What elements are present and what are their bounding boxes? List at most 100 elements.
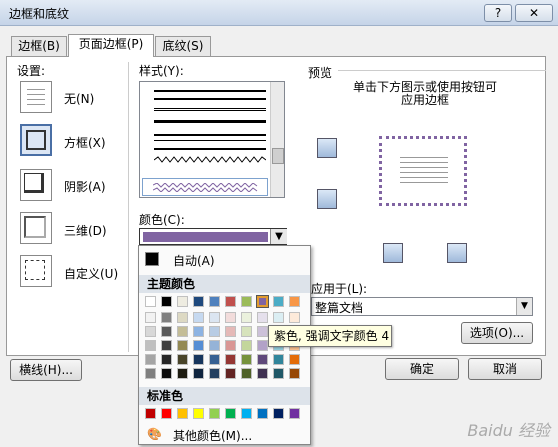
theme-shade-swatch[interactable] [241, 340, 252, 351]
standard-color-swatch[interactable] [209, 408, 220, 419]
theme-color-swatch[interactable] [177, 296, 188, 307]
theme-shade-swatch[interactable] [145, 340, 156, 351]
ok-button[interactable]: 确定 [385, 358, 459, 380]
standard-color-swatch[interactable] [257, 408, 268, 419]
close-button[interactable]: ✕ [515, 4, 553, 22]
theme-shade-swatch[interactable] [177, 340, 188, 351]
setting-none-icon[interactable] [20, 81, 52, 113]
theme-shade-swatch[interactable] [177, 368, 188, 379]
theme-shade-swatch[interactable] [209, 340, 220, 351]
standard-color-swatch[interactable] [145, 408, 156, 419]
theme-color-swatch[interactable] [225, 296, 236, 307]
theme-shade-swatch[interactable] [193, 312, 204, 323]
theme-color-swatch[interactable] [145, 296, 156, 307]
theme-shade-swatch[interactable] [193, 368, 204, 379]
theme-shade-swatch[interactable] [209, 326, 220, 337]
theme-shade-swatch[interactable] [193, 354, 204, 365]
standard-color-swatch[interactable] [161, 408, 172, 419]
theme-color-swatch[interactable] [161, 296, 172, 307]
theme-shade-swatch[interactable] [209, 312, 220, 323]
style-scrollbar[interactable] [270, 82, 284, 197]
theme-shade-swatch[interactable] [209, 368, 220, 379]
theme-shade-swatch[interactable] [225, 368, 236, 379]
tab-borders[interactable]: 边框(B) [11, 36, 67, 56]
color-dropdown[interactable]: ▼ [139, 228, 287, 245]
theme-shade-swatch[interactable] [257, 312, 268, 323]
more-colors-button[interactable]: 其他颜色(M)... [173, 427, 252, 444]
setting-custom-icon[interactable] [20, 255, 52, 287]
theme-shade-swatch[interactable] [225, 354, 236, 365]
help-button[interactable]: ? [484, 4, 512, 22]
theme-shade-swatch[interactable] [241, 326, 252, 337]
theme-shade-swatch[interactable] [257, 354, 268, 365]
setting-shadow-icon[interactable] [20, 169, 52, 201]
theme-shade-swatch[interactable] [273, 368, 284, 379]
theme-shade-swatch[interactable] [225, 312, 236, 323]
theme-shade-swatch[interactable] [145, 354, 156, 365]
tab-page-border[interactable]: 页面边框(P) [68, 34, 154, 57]
theme-shade-swatch[interactable] [289, 312, 300, 323]
setting-custom-label[interactable]: 自定义(U) [64, 265, 118, 282]
options-button[interactable]: 选项(O)... [461, 322, 533, 344]
theme-shade-swatch[interactable] [161, 368, 172, 379]
chevron-down-icon[interactable]: ▼ [270, 229, 287, 244]
theme-shade-swatch[interactable] [257, 326, 268, 337]
theme-shade-swatch[interactable] [225, 326, 236, 337]
theme-shade-swatch[interactable] [193, 326, 204, 337]
theme-shade-swatch[interactable] [161, 326, 172, 337]
theme-shade-swatch[interactable] [257, 340, 268, 351]
theme-shade-swatch[interactable] [273, 354, 284, 365]
theme-color-swatch[interactable] [241, 296, 252, 307]
theme-shade-swatch[interactable] [161, 340, 172, 351]
apply-to-select[interactable]: 整篇文档 ▼ [311, 297, 533, 316]
standard-color-swatch[interactable] [225, 408, 236, 419]
standard-color-swatch[interactable] [273, 408, 284, 419]
theme-shade-swatch[interactable] [209, 354, 220, 365]
theme-shade-swatch[interactable] [177, 326, 188, 337]
bottom-border-button[interactable] [317, 189, 337, 209]
chevron-down-icon[interactable]: ▼ [516, 298, 532, 315]
theme-color-swatch[interactable] [256, 295, 269, 308]
theme-shade-swatch[interactable] [161, 354, 172, 365]
left-border-button[interactable] [383, 243, 403, 263]
theme-shade-swatch[interactable] [145, 326, 156, 337]
theme-shade-swatch[interactable] [289, 368, 300, 379]
auto-color-label[interactable]: 自动(A) [173, 252, 215, 269]
auto-color-swatch[interactable] [145, 252, 159, 266]
theme-color-swatch[interactable] [209, 296, 220, 307]
standard-color-swatch[interactable] [289, 408, 300, 419]
tab-shading[interactable]: 底纹(S) [155, 36, 211, 56]
horizontal-line-button[interactable]: 横线(H)... [10, 359, 82, 381]
setting-shadow-label[interactable]: 阴影(A) [64, 178, 106, 195]
standard-color-swatch[interactable] [193, 408, 204, 419]
theme-shade-swatch[interactable] [273, 312, 284, 323]
setting-none-label[interactable]: 无(N) [64, 90, 94, 107]
setting-3d-icon[interactable] [20, 212, 52, 244]
theme-shade-swatch[interactable] [241, 312, 252, 323]
theme-shade-swatch[interactable] [145, 312, 156, 323]
standard-color-swatch[interactable] [177, 408, 188, 419]
scroll-thumb[interactable] [272, 148, 284, 164]
theme-color-swatch[interactable] [193, 296, 204, 307]
theme-shade-swatch[interactable] [177, 312, 188, 323]
theme-shade-swatch[interactable] [177, 354, 188, 365]
right-border-button[interactable] [447, 243, 467, 263]
theme-color-swatch[interactable] [289, 296, 300, 307]
top-border-button[interactable] [317, 138, 337, 158]
style-list[interactable] [139, 81, 285, 198]
setting-3d-label[interactable]: 三维(D) [64, 222, 107, 239]
theme-shade-swatch[interactable] [241, 368, 252, 379]
style-selected-row[interactable] [142, 178, 268, 196]
theme-shade-swatch[interactable] [225, 340, 236, 351]
theme-shade-swatch[interactable] [289, 354, 300, 365]
setting-box-icon[interactable] [20, 124, 52, 156]
setting-box-label[interactable]: 方框(X) [64, 134, 106, 151]
preview-page[interactable] [379, 136, 467, 206]
theme-shade-swatch[interactable] [161, 312, 172, 323]
theme-shade-swatch[interactable] [145, 368, 156, 379]
standard-color-swatch[interactable] [241, 408, 252, 419]
theme-shade-swatch[interactable] [257, 368, 268, 379]
theme-color-swatch[interactable] [273, 296, 284, 307]
cancel-button[interactable]: 取消 [468, 358, 542, 380]
theme-shade-swatch[interactable] [193, 340, 204, 351]
